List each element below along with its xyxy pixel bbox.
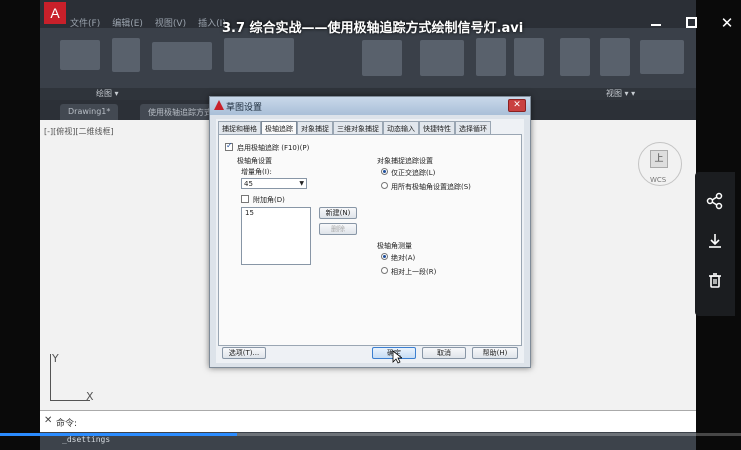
all-polar-label: 用所有极轴角设置追踪(S) [391,183,471,191]
list-item[interactable]: 15 [245,209,307,217]
command-line-text: _dsettings [62,435,111,444]
viewcube-face[interactable]: 上 [650,150,668,168]
side-action-panel [695,172,735,316]
delete-angle-button[interactable]: 删除 [319,223,357,235]
ucs-x-axis [50,400,90,401]
ribbon-tool-icon[interactable] [362,40,402,76]
additional-angles-list[interactable]: 15 [241,207,311,265]
chevron-down-icon: ▼ [299,180,304,187]
tab-object-snap[interactable]: 对象捕捉 [297,121,333,135]
polar-enable-label: 启用极轴追踪 (F10)(P) [237,144,310,152]
help-button[interactable]: 帮助(H) [472,347,518,359]
all-polar-radio[interactable] [381,182,388,189]
share-icon[interactable] [705,192,725,212]
dialog-tabs: 捕捉和栅格 极轴追踪 对象捕捉 三维对象捕捉 动态输入 快捷特性 选择循环 [218,121,522,135]
additional-angles-label: 附加角(D) [253,196,285,204]
trash-icon[interactable] [705,272,725,292]
download-icon[interactable] [705,232,725,252]
view-panel-label[interactable]: 视图 ▾ ▾ [606,88,635,99]
ribbon-tool-icon[interactable] [514,38,544,76]
polar-tracking-panel: 启用极轴追踪 (F10)(P) 极轴角设置 增量角(I): 45 ▼ 附加角(D… [218,134,522,346]
command-label: 命令: [56,419,78,429]
autocad-icon [214,100,224,110]
new-angle-button[interactable]: 新建(N) [319,207,357,219]
window-controls: ✕ [648,15,735,31]
increment-angle-label: 增量角(I): [241,168,272,176]
tab-3d-object-snap[interactable]: 三维对象捕捉 [333,121,383,135]
command-history: ✕ 命令: [40,410,696,432]
video-progress-fill[interactable] [0,433,237,436]
dialog-title: 草图设置 [226,103,263,113]
dialog-body: 捕捉和栅格 极轴追踪 对象捕捉 三维对象捕捉 动态输入 快捷特性 选择循环 启用… [216,119,524,363]
ucs-x-label: X [86,390,94,403]
increment-angle-value: 45 [244,180,253,188]
ucs-y-axis [50,354,51,400]
additional-angles-checkbox[interactable] [241,195,249,203]
relative-radio[interactable] [381,267,388,274]
ribbon-tool-icon[interactable] [476,38,506,76]
measurement-title: 极轴角测量 [377,242,412,250]
tab-selection-cycling[interactable]: 选择循环 [455,121,491,135]
absolute-radio[interactable] [381,253,388,260]
viewport-label[interactable]: [-][俯视][二维线框] [44,126,114,137]
minimize-icon[interactable] [648,15,664,31]
increment-angle-select[interactable]: 45 ▼ [241,178,307,189]
tab-polar-tracking[interactable]: 极轴追踪 [261,121,297,135]
relative-label: 相对上一段(R) [391,268,437,276]
drafting-settings-dialog: 草图设置 ✕ 捕捉和栅格 极轴追踪 对象捕捉 三维对象捕捉 动态输入 快捷特性 … [209,96,531,368]
autocad-logo-icon[interactable]: A [44,2,66,24]
ribbon-tool-icon[interactable] [112,38,140,72]
close-icon[interactable]: ✕ [44,415,52,426]
tab-drawing1[interactable]: Drawing1* [60,104,119,120]
ribbon-tool-icon[interactable] [60,40,100,70]
video-player: A 文件(F) 编辑(E) 视图(V) 插入(I) 绘图 ▾ 视图 ▾ ▾ Dr… [0,0,741,450]
close-icon[interactable]: ✕ [719,15,735,31]
maximize-icon[interactable] [686,17,697,28]
draw-panel-label[interactable]: 绘图 ▾ [96,88,119,99]
ribbon-tool-icon[interactable] [224,38,294,72]
video-title: 3.7 综合实战——使用极轴追踪方式绘制信号灯.avi [222,21,524,36]
snap-tracking-title: 对象捕捉追踪设置 [377,157,433,165]
tab-snap-grid[interactable]: 捕捉和栅格 [218,121,261,135]
ucs-y-label: Y [52,352,59,365]
ribbon-tool-icon[interactable] [640,40,684,74]
angle-settings-title: 极轴角设置 [237,157,272,165]
ribbon-tool-icon[interactable] [600,38,630,76]
tab-dynamic-input[interactable]: 动态输入 [383,121,419,135]
tab-quick-properties[interactable]: 快捷特性 [419,121,455,135]
polar-enable-checkbox[interactable] [225,141,233,151]
ribbon-tool-icon[interactable] [152,42,212,70]
cancel-button[interactable]: 取消 [422,347,466,359]
dialog-titlebar[interactable]: 草图设置 ✕ [210,97,530,115]
orthogonal-only-radio[interactable] [381,168,388,175]
absolute-label: 绝对(A) [391,254,416,262]
options-button[interactable]: 选项(T)... [222,347,266,359]
ribbon-tool-icon[interactable] [420,40,464,76]
orthogonal-only-label: 仅正交追踪(L) [391,169,436,177]
ribbon-tool-icon[interactable] [560,38,590,76]
wcs-label[interactable]: WCS [650,176,666,184]
dialog-close-button[interactable]: ✕ [508,99,526,112]
mouse-cursor-icon [392,350,402,364]
